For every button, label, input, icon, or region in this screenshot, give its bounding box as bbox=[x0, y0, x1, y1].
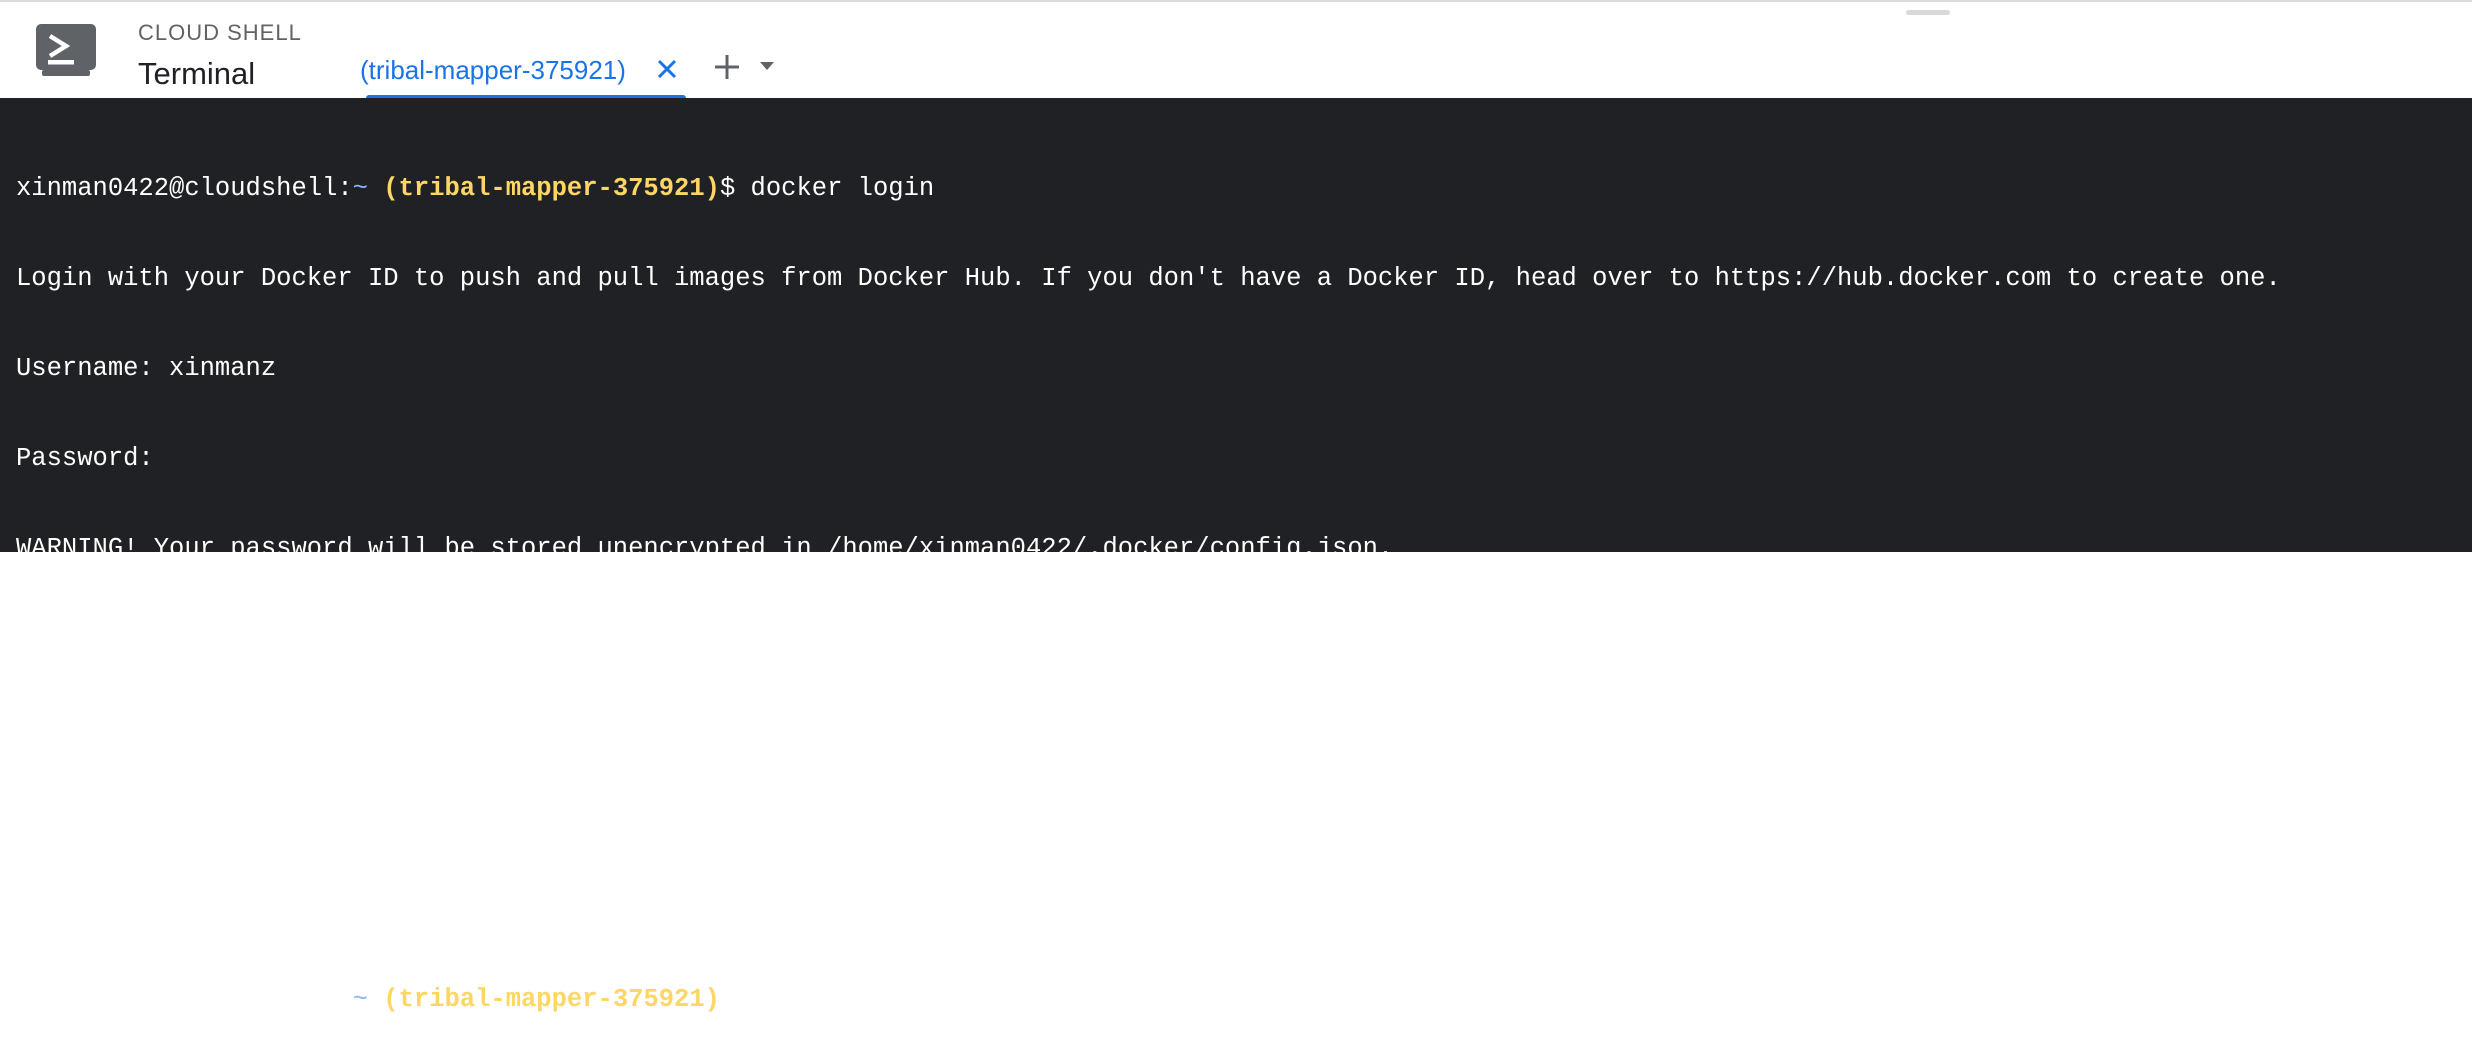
tab-label: (tribal-mapper-375921) bbox=[360, 55, 626, 85]
prompt-user: xinman0422@cloudshell: bbox=[16, 174, 353, 203]
resize-handle[interactable] bbox=[1906, 10, 1950, 15]
close-icon[interactable] bbox=[652, 54, 682, 84]
output-line: Configure a credential helper to remove … bbox=[16, 624, 889, 653]
prompt-user: xinman0422@cloudshell: bbox=[16, 985, 353, 1014]
output-line: Login Succeeded bbox=[16, 894, 246, 923]
prompt-project: (tribal-mapper-375921) bbox=[383, 174, 720, 203]
plus-icon[interactable] bbox=[712, 52, 742, 82]
output-line: Password: bbox=[16, 444, 154, 473]
terminal-prompt-icon bbox=[36, 24, 96, 76]
terminal-output[interactable]: xinman0422@cloudshell:~ (tribal-mapper-3… bbox=[0, 98, 2472, 1014]
command-text: docker login bbox=[735, 174, 935, 203]
output-line: Username: xinmanz bbox=[16, 354, 277, 383]
prompt-symbol: $ bbox=[719, 985, 736, 1014]
prompt-project: (tribal-mapper-375921) bbox=[383, 985, 720, 1014]
page-title: Terminal bbox=[138, 56, 256, 91]
cloud-shell-header: CLOUD SHELL Terminal (tribal-mapper-3759… bbox=[0, 0, 2472, 100]
terminal-cursor bbox=[750, 984, 767, 1012]
prompt-symbol: $ bbox=[719, 174, 736, 203]
prompt-line: xinman0422@cloudshell:~ (tribal-mapper-3… bbox=[16, 174, 2456, 204]
tab-tribal-mapper[interactable]: (tribal-mapper-375921) bbox=[360, 42, 686, 100]
output-line: Login with your Docker ID to push and pu… bbox=[16, 264, 2281, 293]
prompt-line: xinman0422@cloudshell:~ (tribal-mapper-3… bbox=[16, 984, 2456, 1014]
prompt-dir: ~ bbox=[352, 174, 368, 203]
output-line: WARNING! Your password will be stored un… bbox=[16, 534, 1394, 563]
prompt-dir: ~ bbox=[352, 985, 368, 1014]
output-line: https://docs.docker.com/engine/reference… bbox=[16, 714, 1195, 743]
product-label: CLOUD SHELL bbox=[138, 20, 302, 45]
caret-down-icon[interactable] bbox=[758, 60, 776, 72]
